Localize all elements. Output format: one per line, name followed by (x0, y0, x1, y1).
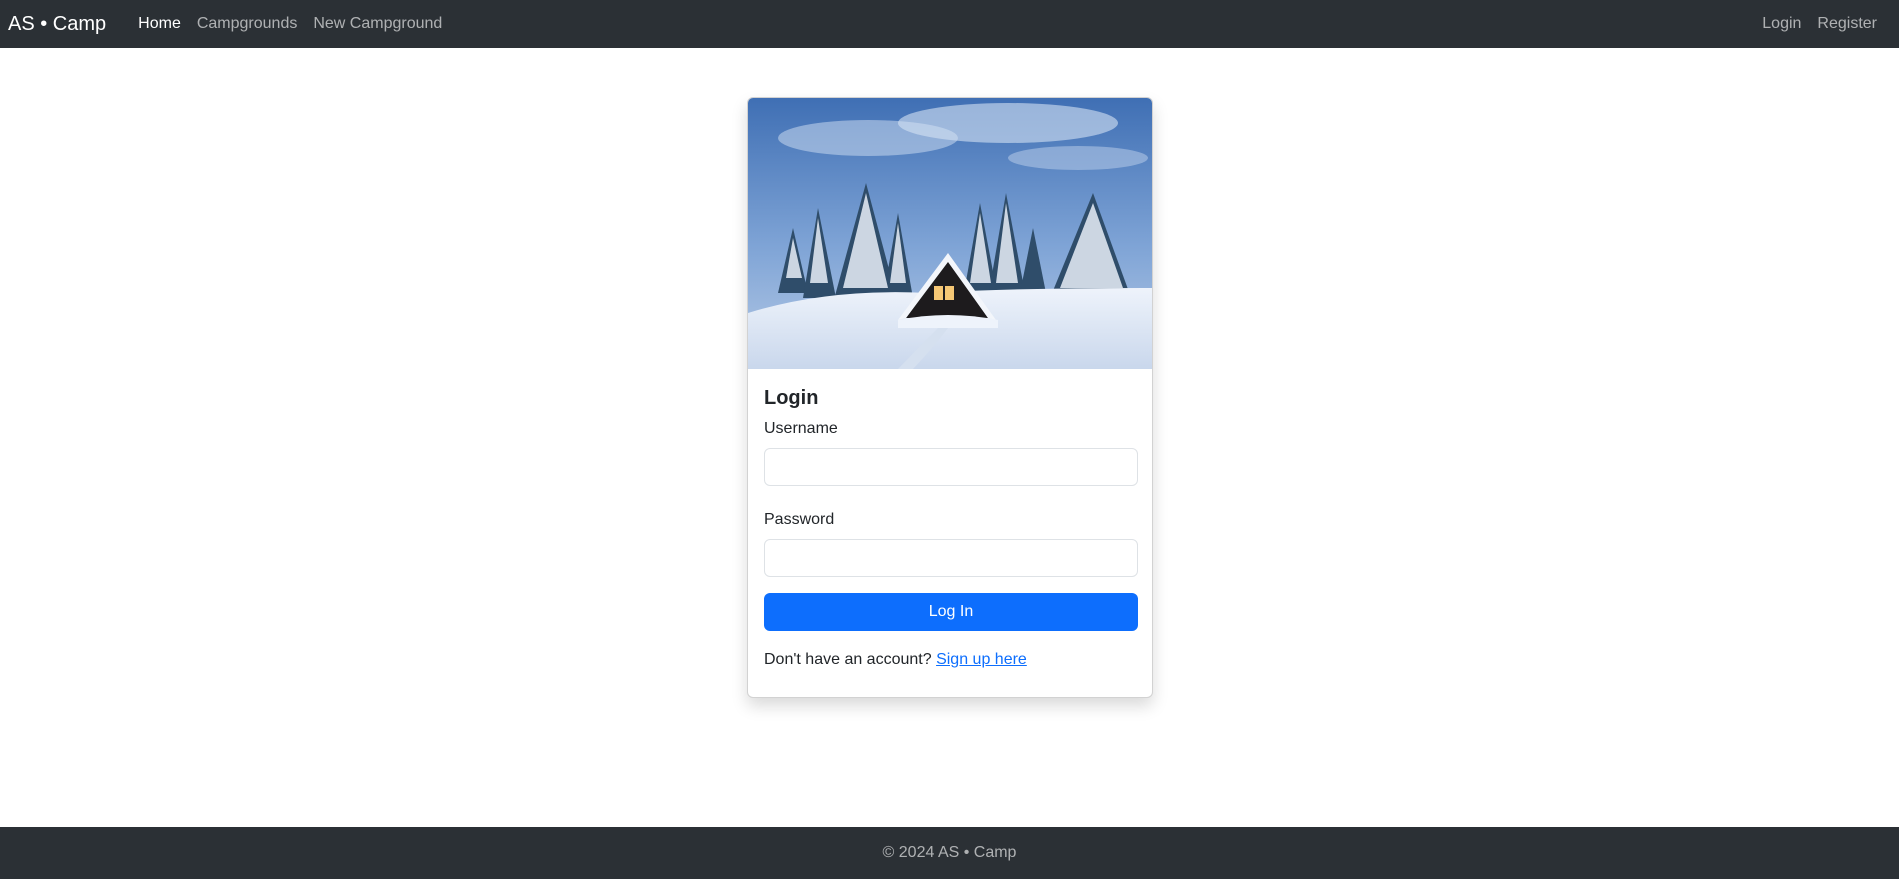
footer-copyright: © 2024 AS • Camp (882, 844, 1017, 861)
nav-link-home[interactable]: Home (130, 15, 189, 33)
username-label: Username (764, 420, 838, 437)
nav-links: Home Campgrounds New Campground (130, 15, 450, 33)
login-button[interactable]: Log In (764, 593, 1138, 631)
nav-link-new-campground[interactable]: New Campground (305, 15, 450, 33)
login-title: Login (764, 387, 819, 409)
navbar: AS • Camp Home Campgrounds New Campgroun… (0, 0, 1899, 48)
signup-prompt-text: Don't have an account? (764, 651, 932, 668)
signup-link[interactable]: Sign up here (936, 651, 1027, 668)
login-card: Login Username Password Log In Don't hav… (747, 97, 1153, 698)
snowy-cabin-image (748, 98, 1152, 369)
signup-prompt: Don't have an account? Sign up here (764, 651, 1136, 669)
nav-link-campgrounds[interactable]: Campgrounds (189, 15, 306, 33)
login-card-body: Login Username Password Log In Don't hav… (748, 369, 1152, 685)
password-label: Password (764, 511, 835, 528)
login-form: Username Password Log In (764, 420, 1138, 631)
brand-logo-link[interactable]: AS • Camp (8, 13, 106, 36)
username-input[interactable] (764, 448, 1138, 486)
password-group: Password (764, 511, 1138, 577)
nav-link-login[interactable]: Login (1754, 15, 1809, 33)
nav-auth-links: Login Register (1754, 15, 1885, 33)
footer: © 2024 AS • Camp (0, 827, 1899, 879)
password-input[interactable] (764, 539, 1138, 577)
username-group: Username (764, 420, 1138, 486)
nav-link-register[interactable]: Register (1809, 15, 1885, 33)
